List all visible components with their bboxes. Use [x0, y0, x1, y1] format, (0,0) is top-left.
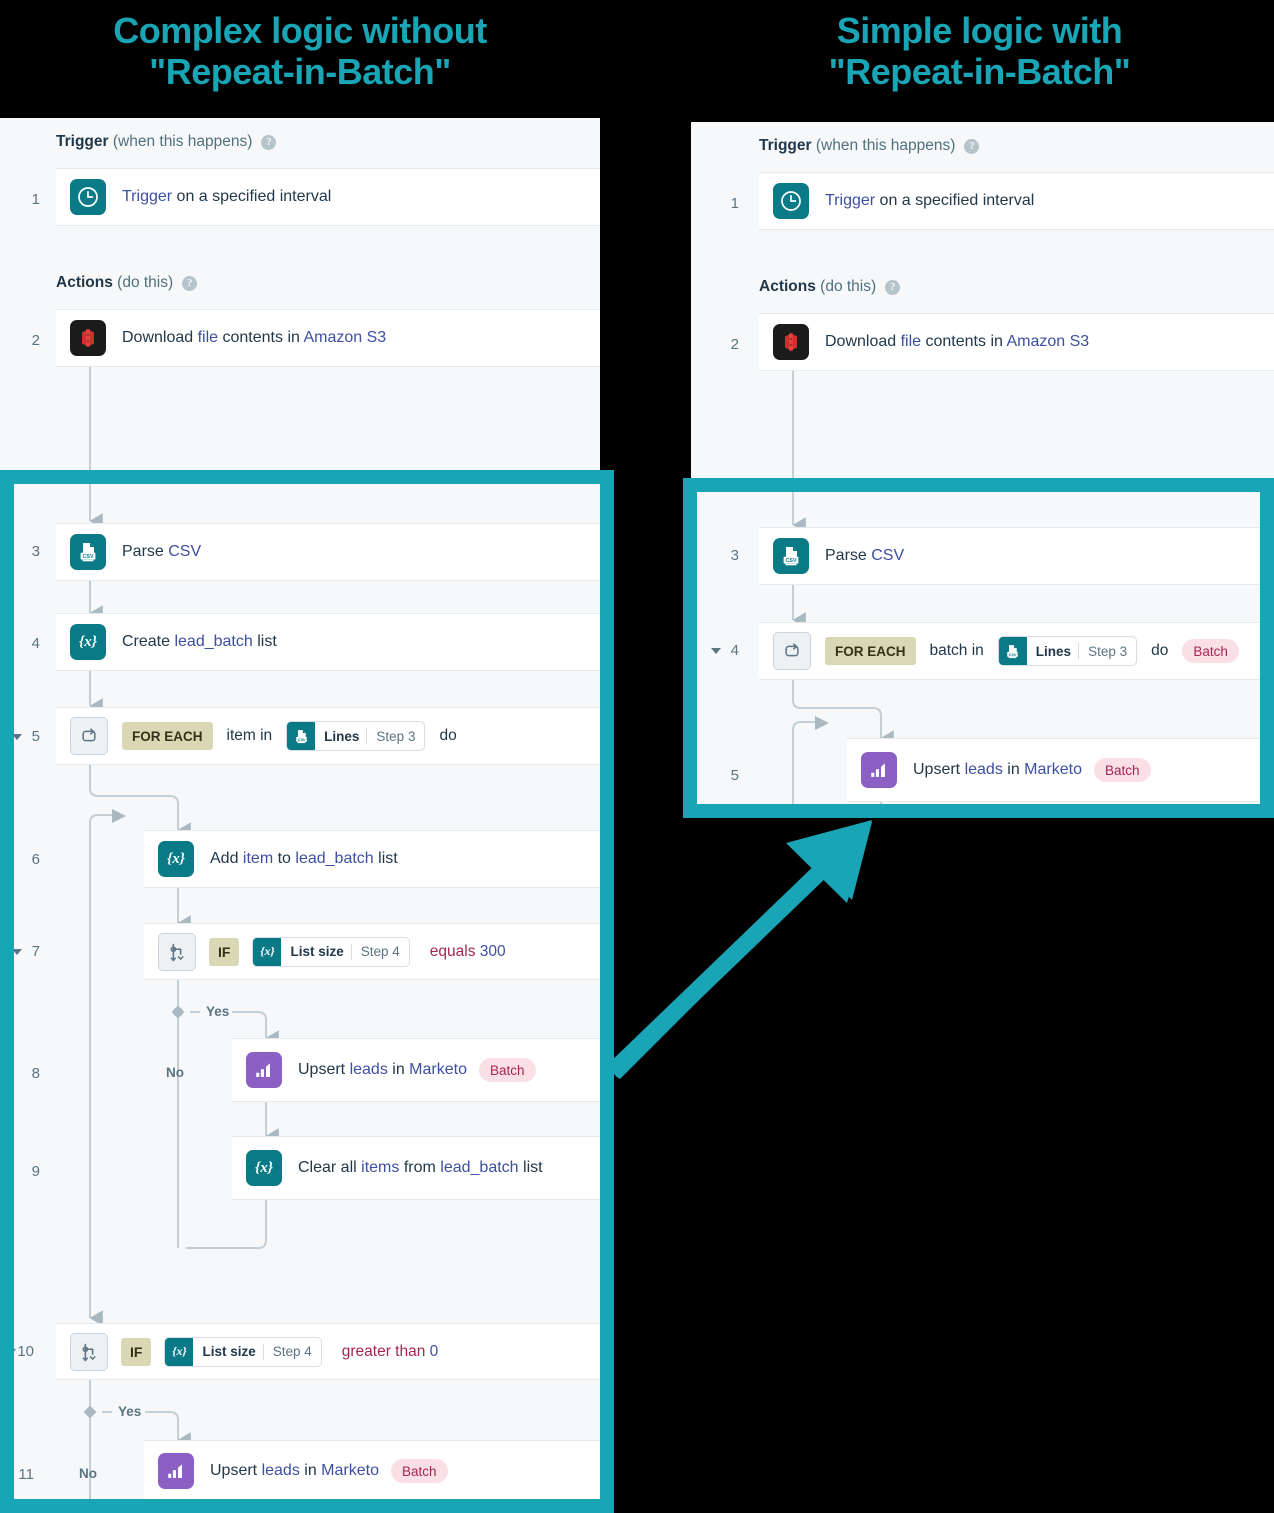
emphasis-arrow	[606, 820, 872, 1079]
comparison-diagram: Complex logic without "Repeat-in-Batch" …	[0, 0, 1274, 1513]
